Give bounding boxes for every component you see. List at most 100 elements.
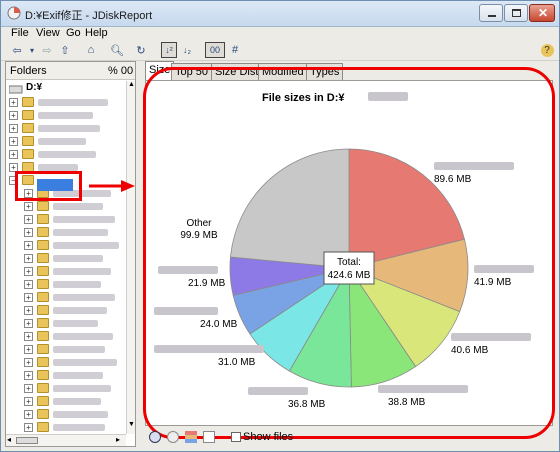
scroll-down-icon[interactable]: ▼	[128, 421, 135, 428]
folder-icon	[37, 344, 49, 354]
sort-asc-icon: ↓₂	[183, 45, 191, 55]
help-button[interactable]: ?	[539, 42, 555, 58]
expand-toggle-icon[interactable]: +	[24, 293, 33, 302]
expand-toggle-icon[interactable]: +	[9, 124, 18, 133]
expand-toggle-icon[interactable]: +	[24, 371, 33, 380]
expand-toggle-icon[interactable]: +	[24, 202, 33, 211]
tree-node[interactable]: +	[6, 330, 124, 343]
show-files-checkbox[interactable]	[231, 432, 241, 442]
menu-help[interactable]: Help	[85, 27, 108, 39]
tree-node[interactable]: +	[6, 200, 124, 213]
expand-toggle-icon[interactable]: +	[24, 397, 33, 406]
tree-node[interactable]: +	[6, 395, 124, 408]
expand-toggle-icon[interactable]: +	[9, 150, 18, 159]
percent-view-button[interactable]: 00	[205, 42, 225, 58]
chart-highlight-frame	[143, 67, 555, 439]
percent-column-header[interactable]: % 00	[108, 65, 133, 77]
tree-node[interactable]: +	[6, 421, 124, 434]
maximize-button[interactable]	[504, 4, 528, 22]
tree-node[interactable]: +	[6, 135, 124, 148]
tree-node[interactable]: +	[6, 96, 124, 109]
expand-toggle-icon[interactable]: +	[24, 241, 33, 250]
drive-node[interactable]: D:¥	[26, 82, 42, 93]
expand-toggle-icon[interactable]: +	[24, 280, 33, 289]
home-button[interactable]: ⌂	[83, 42, 99, 58]
folder-icon	[22, 149, 34, 159]
arrow-annotation-icon	[89, 180, 135, 192]
expand-toggle-icon[interactable]: +	[24, 306, 33, 315]
reload-button[interactable]: ↻	[133, 42, 149, 58]
expand-toggle-icon[interactable]: +	[9, 111, 18, 120]
expand-toggle-icon[interactable]: +	[24, 423, 33, 432]
back-history-dropdown[interactable]: ▾	[27, 42, 37, 58]
folder-icon	[37, 396, 49, 406]
horizontal-scroll-thumb[interactable]	[16, 437, 38, 444]
tree-node[interactable]: +	[6, 213, 124, 226]
search-button[interactable]: 🔍︎	[109, 42, 125, 58]
expand-toggle-icon[interactable]: +	[24, 358, 33, 367]
dropdown-icon: ▾	[29, 45, 34, 55]
tree-node[interactable]: +	[6, 278, 124, 291]
expand-toggle-icon[interactable]: +	[24, 410, 33, 419]
sort-name-button[interactable]: ↓₂	[179, 42, 195, 58]
expand-toggle-icon[interactable]: +	[24, 332, 33, 341]
expand-toggle-icon[interactable]: +	[9, 137, 18, 146]
tree-node[interactable]: +	[6, 148, 124, 161]
tree-node[interactable]: +	[6, 369, 124, 382]
menu-file[interactable]: File	[11, 27, 29, 39]
toolbar: ⇦ ▾ ⇨ ⇧ ⌂ 🔍︎ ↻ ↓² ↓₂ 00 # ?	[1, 41, 559, 61]
tree-node[interactable]: +	[6, 343, 124, 356]
tree-node[interactable]: +	[6, 265, 124, 278]
scroll-up-icon[interactable]: ▲	[128, 81, 135, 88]
app-window: D:¥Exif修正 - JDiskReport ✕ File View Go H…	[0, 0, 560, 452]
tree-node[interactable]: +	[6, 252, 124, 265]
scroll-right-icon[interactable]: ▸	[116, 435, 120, 444]
tree-node[interactable]: +	[6, 122, 124, 135]
tree-node[interactable]: +	[6, 304, 124, 317]
count-view-button[interactable]: #	[227, 42, 243, 58]
menu-go[interactable]: Go	[66, 27, 81, 39]
back-button[interactable]: ⇦	[9, 42, 25, 58]
expand-toggle-icon[interactable]: +	[24, 384, 33, 393]
minimize-button[interactable]	[479, 4, 503, 22]
expand-toggle-icon[interactable]: +	[24, 267, 33, 276]
tree-node[interactable]: +	[6, 226, 124, 239]
menu-view[interactable]: View	[36, 27, 60, 39]
list-view-icon[interactable]	[203, 431, 215, 443]
expand-toggle-icon[interactable]: +	[24, 319, 33, 328]
folder-name-redacted	[53, 385, 111, 392]
folders-column-header[interactable]: Folders	[10, 65, 47, 77]
expand-toggle-icon[interactable]: +	[9, 98, 18, 107]
folder-icon	[37, 409, 49, 419]
tree-node[interactable]: +	[6, 109, 124, 122]
ring-view-icon[interactable]	[167, 431, 179, 443]
scroll-left-icon[interactable]: ◂	[7, 435, 11, 444]
bar-view-icon[interactable]	[185, 431, 197, 443]
tree-vertical-scrollbar[interactable]: ▲ ▼	[126, 81, 135, 434]
expand-toggle-icon[interactable]: +	[24, 215, 33, 224]
folder-name-redacted	[53, 346, 105, 353]
tree-node[interactable]: +	[6, 317, 124, 330]
pie-view-icon[interactable]	[149, 431, 161, 443]
selected-folder-label[interactable]	[37, 179, 73, 191]
expand-toggle-icon[interactable]: +	[24, 345, 33, 354]
expand-toggle-icon[interactable]: +	[24, 254, 33, 263]
folder-icon	[22, 123, 34, 133]
tree-node[interactable]: +	[6, 382, 124, 395]
up-button[interactable]: ⇧	[57, 42, 73, 58]
close-button[interactable]: ✕	[529, 4, 555, 22]
tree-node[interactable]: +	[6, 291, 124, 304]
expand-toggle-icon[interactable]: +	[24, 228, 33, 237]
tree-horizontal-scrollbar[interactable]: ◂ ▸	[6, 434, 126, 446]
sort-size-desc-button[interactable]: ↓²	[161, 42, 177, 58]
tree-node[interactable]: +	[6, 408, 124, 421]
tree-node[interactable]: +	[6, 356, 124, 369]
folder-name-redacted	[53, 411, 108, 418]
folder-name-redacted	[38, 125, 100, 132]
tree-node[interactable]: +	[6, 239, 124, 252]
folder-name-redacted	[53, 372, 103, 379]
forward-button[interactable]: ⇨	[39, 42, 55, 58]
folder-name-redacted	[53, 359, 117, 366]
folder-icon	[22, 97, 34, 107]
folder-name-redacted	[53, 307, 107, 314]
